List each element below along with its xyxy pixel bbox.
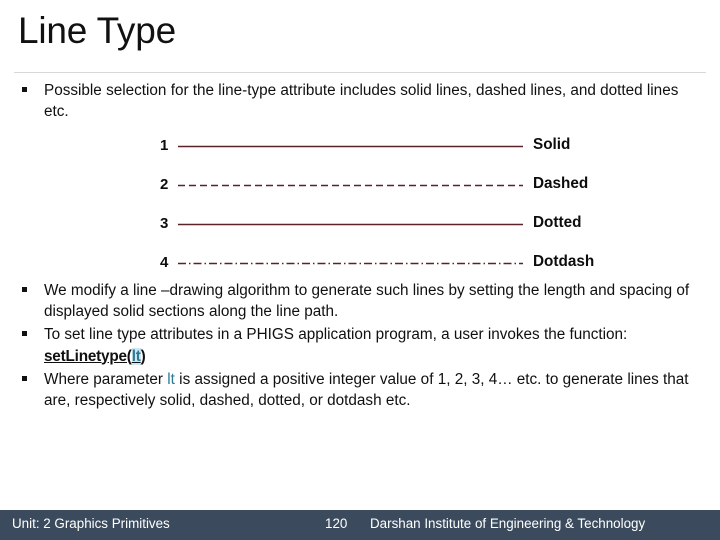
line-type-table: 1 Solid 2 Dashed 3 Dotted 4 Dotdash	[0, 133, 720, 289]
bullet-where: Where parameter lt is assigned a positiv…	[0, 369, 720, 411]
line-sample-dashed	[178, 184, 523, 187]
line-type-label: Dotted	[533, 214, 582, 231]
line-type-number: 2	[160, 176, 169, 193]
bullet-where-param: lt	[167, 370, 175, 388]
bullet-marker-icon	[22, 331, 27, 337]
line-sample-dotted	[178, 223, 523, 226]
line-type-row: 1 Solid	[0, 133, 720, 172]
bullet-intro: Possible selection for the line-type att…	[0, 80, 720, 122]
slide-footer: Unit: 2 Graphics Primitives 120 Darshan …	[0, 510, 720, 540]
page-title: Line Type	[18, 10, 176, 51]
line-type-number: 4	[160, 254, 169, 271]
line-type-label: Dotdash	[533, 253, 595, 270]
line-type-row: 4 Dotdash	[0, 250, 720, 289]
line-type-number: 3	[160, 215, 169, 232]
title-divider	[14, 72, 706, 73]
line-type-number: 1	[160, 137, 169, 154]
line-type-label: Solid	[533, 136, 571, 153]
bullet-phigs: To set line type attributes in a PHIGS a…	[0, 324, 720, 366]
bullet-where-text: Where parameter lt is assigned a positiv…	[44, 369, 702, 411]
setlinetype-close: )	[140, 347, 146, 365]
bullet-intro-text: Possible selection for the line-type att…	[44, 82, 679, 121]
line-type-row: 3 Dotted	[0, 211, 720, 250]
line-type-label: Dashed	[533, 175, 589, 192]
setlinetype-param: lt	[131, 347, 141, 365]
setlinetype-open: setLinetype(	[44, 347, 132, 365]
bullet-where-prefix: Where parameter	[44, 370, 168, 388]
line-sample-dotdash	[178, 262, 523, 265]
setlinetype-function: setLinetype(lt)	[44, 347, 146, 365]
bullet-marker-icon	[22, 87, 27, 92]
footer-unit-label: Unit: 2 Graphics Primitives	[12, 516, 170, 531]
bullet-phigs-prefix: To set line type attributes in a PHIGS a…	[44, 326, 628, 344]
footer-organization: Darshan Institute of Engineering & Techn…	[370, 516, 646, 531]
line-sample-solid	[178, 145, 523, 148]
line-type-row: 2 Dashed	[0, 172, 720, 211]
footer-page-number: 120	[325, 516, 348, 531]
bullet-marker-icon	[22, 375, 27, 381]
bullet-phigs-text: To set line type attributes in a PHIGS a…	[44, 324, 702, 366]
